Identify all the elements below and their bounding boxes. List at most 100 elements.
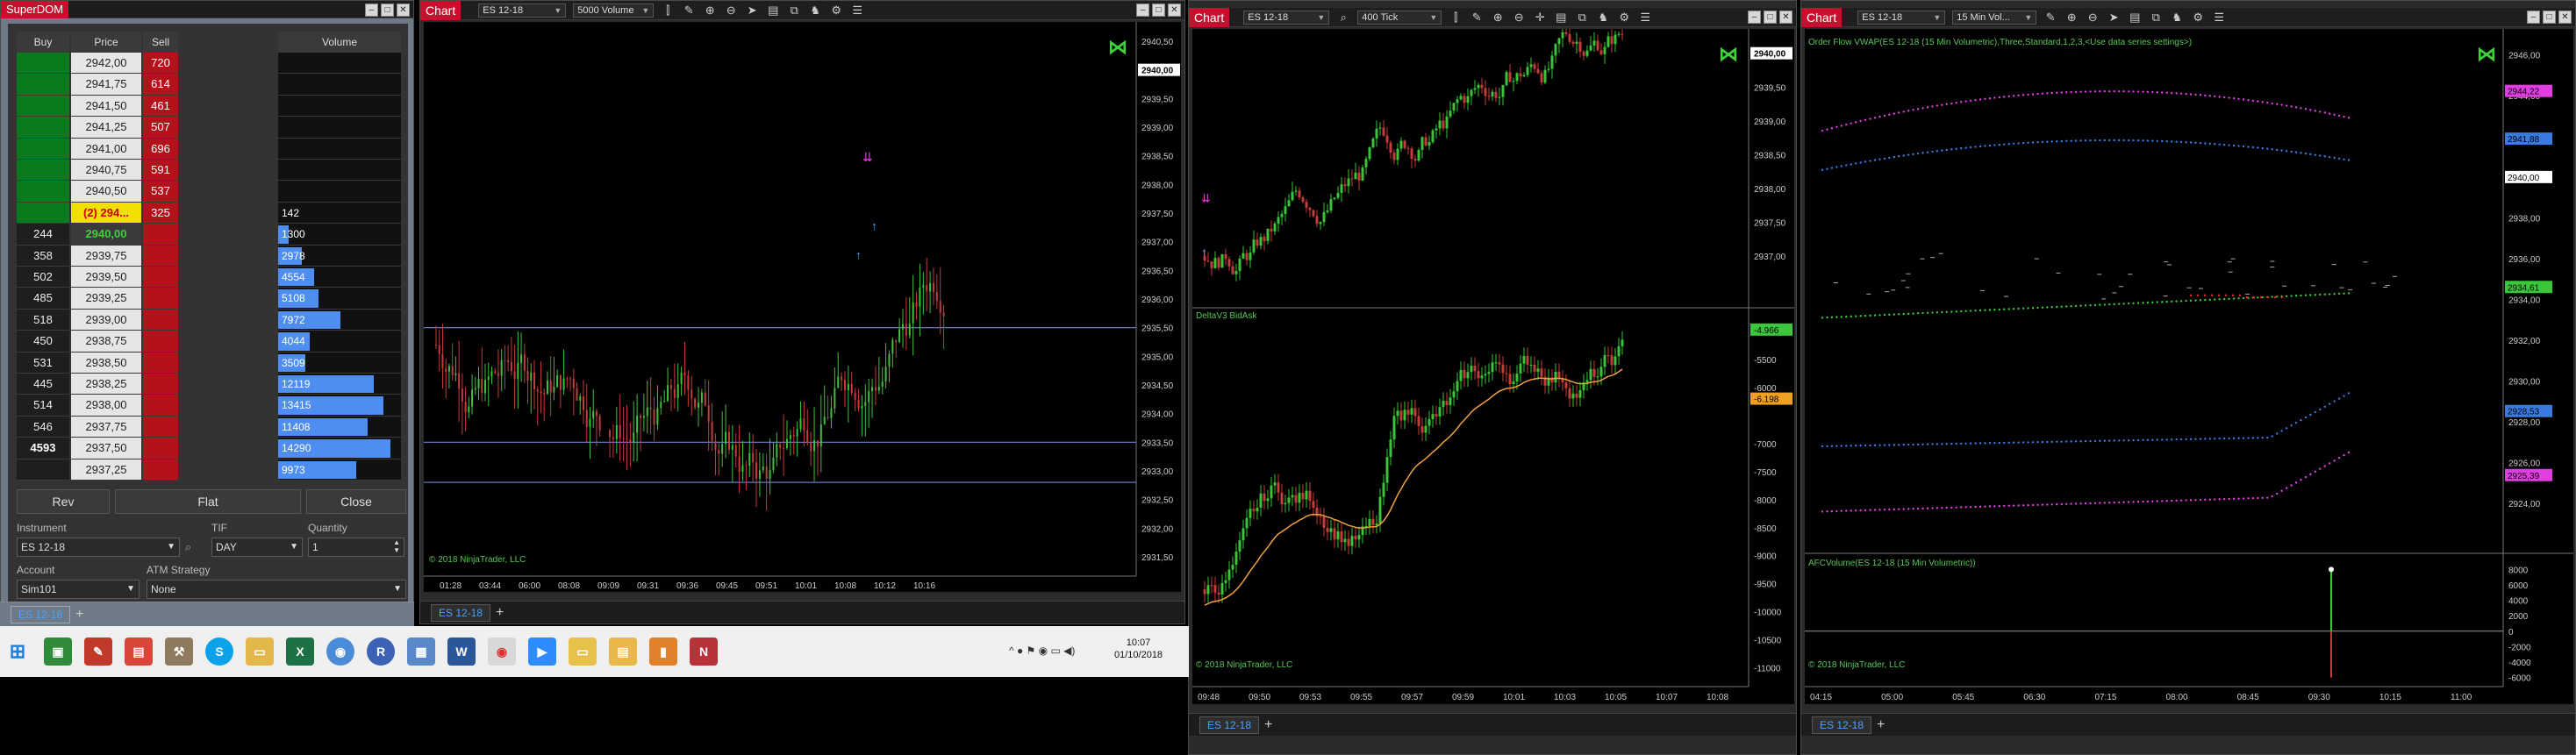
ninjatrader-icon[interactable]: N	[690, 637, 718, 666]
search-icon[interactable]: ⌕	[185, 540, 191, 554]
zoom-in-icon[interactable]: ⊕	[703, 4, 717, 18]
dom-sell-cell[interactable]	[143, 395, 178, 417]
chart1-canvas[interactable]: 2940,50 2940,00 2939,50 2939,00 2938,50 2938,…	[424, 22, 1181, 592]
app-pdf-icon[interactable]: ▤	[125, 637, 153, 666]
crosshair-icon[interactable]: ✛	[1533, 11, 1547, 25]
dom-buy-cell[interactable]: 244	[17, 224, 69, 246]
settings-icon[interactable]: ⚙	[829, 4, 843, 18]
dom-price-cell[interactable]: 2941,25	[71, 117, 141, 139]
add-tab-button[interactable]: +	[1877, 717, 1885, 733]
menu-icon[interactable]: ☰	[850, 4, 864, 18]
dom-price-cell[interactable]: 2942,00	[71, 53, 141, 75]
chart3-tab[interactable]: ES 12-18	[1812, 716, 1872, 734]
dom-sell-cell[interactable]	[143, 288, 178, 310]
dom-buy-cell[interactable]: 502	[17, 267, 69, 288]
dom-buy-cell[interactable]	[17, 459, 69, 481]
dom-price-cell[interactable]: (2) 294...	[71, 202, 141, 224]
app-yellow-icon[interactable]: ▭	[569, 637, 597, 666]
file-explorer-icon[interactable]: ▤	[609, 637, 637, 666]
chart1-period-select[interactable]: 5000 Volume ▼	[573, 3, 655, 18]
dom-buy-cell[interactable]: 445	[17, 374, 69, 395]
flat-button[interactable]: Flat	[115, 489, 301, 514]
chart1-plot[interactable]: 2940,50 2940,00 2939,50 2939,00 2938,50 2938,…	[424, 22, 1181, 592]
strategies-icon[interactable]: ♞	[1596, 11, 1610, 25]
dom-price-cell[interactable]: 2941,00	[71, 138, 141, 160]
maximize-button[interactable]: □	[2543, 11, 2556, 24]
zoom-out-icon[interactable]: ⊖	[724, 4, 738, 18]
superdom-titlebar[interactable]: SuperDOM – □ ✕	[1, 1, 413, 18]
add-tab-button[interactable]: +	[496, 605, 504, 621]
dom-price-cell[interactable]: 2940,00	[71, 224, 141, 246]
atm-select[interactable]: None ▼	[147, 580, 406, 599]
chart2-canvas[interactable]: 2939,50 2939,00 2938,50 2938,00 2937,50 2937,…	[1192, 29, 1794, 704]
dom-sell-cell[interactable]	[143, 416, 178, 438]
word-icon[interactable]: W	[447, 637, 476, 666]
dom-buy-cell[interactable]	[17, 117, 69, 139]
dom-price-cell[interactable]: 2937,50	[71, 438, 141, 459]
dom-price-cell[interactable]: 2939,50	[71, 267, 141, 288]
dom-sell-cell[interactable]: 591	[143, 160, 178, 182]
account-select[interactable]: Sim101 ▼	[17, 580, 140, 599]
indicators-icon[interactable]: ⧉	[1575, 11, 1589, 25]
app-r-icon[interactable]: R	[367, 637, 395, 666]
maximize-button[interactable]: □	[1152, 4, 1165, 17]
close-button[interactable]: ✕	[1779, 11, 1792, 24]
dom-sell-cell[interactable]	[143, 309, 178, 331]
dom-sell-cell[interactable]	[143, 459, 178, 481]
chart-props-icon[interactable]: ▤	[2128, 11, 2142, 25]
dom-price-cell[interactable]: 2938,50	[71, 352, 141, 374]
dom-buy-cell[interactable]: 518	[17, 309, 69, 331]
dom-buy-cell[interactable]	[17, 181, 69, 203]
dom-price-cell[interactable]: 2938,25	[71, 374, 141, 395]
dom-price-cell[interactable]: 2940,75	[71, 160, 141, 182]
dom-buy-cell[interactable]: 531	[17, 352, 69, 374]
chart-props-icon[interactable]: ▤	[766, 4, 780, 18]
zoom-in-icon[interactable]: ⊕	[2064, 11, 2079, 25]
settings-icon[interactable]: ⚙	[1617, 11, 1631, 25]
menu-icon[interactable]: ☰	[1638, 11, 1652, 25]
dom-sell-cell[interactable]	[143, 352, 178, 374]
dom-sell-cell[interactable]	[143, 224, 178, 246]
app-folder-icon[interactable]: ▭	[246, 637, 274, 666]
zoom-out-icon[interactable]: ⊖	[1512, 11, 1526, 25]
dom-buy-cell[interactable]: 4593	[17, 438, 69, 459]
menu-icon[interactable]: ☰	[2212, 11, 2226, 25]
dom-sell-cell[interactable]: 325	[143, 202, 178, 224]
app-tools-icon[interactable]: ⚒	[165, 637, 193, 666]
dom-price-cell[interactable]: 2937,25	[71, 459, 141, 481]
chart2-instrument-select[interactable]: ES 12-18 ▼	[1243, 10, 1330, 25]
rev-button[interactable]: Rev	[17, 489, 110, 514]
dom-price-cell[interactable]: 2940,50	[71, 181, 141, 203]
dom-price-cell[interactable]: 2939,25	[71, 288, 141, 310]
dom-price-cell[interactable]: 2939,75	[71, 245, 141, 267]
strategies-icon[interactable]: ♞	[808, 4, 822, 18]
pencil-icon[interactable]: ✎	[1470, 11, 1484, 25]
indicators-icon[interactable]: ⧉	[2149, 11, 2163, 25]
minimize-button[interactable]: –	[1136, 4, 1149, 17]
dom-sell-cell[interactable]	[143, 331, 178, 353]
zoom-app-icon[interactable]: ▶	[528, 637, 556, 666]
strategies-icon[interactable]: ♞	[2170, 11, 2184, 25]
dom-price-cell[interactable]: 2937,75	[71, 416, 141, 438]
dom-buy-cell[interactable]	[17, 95, 69, 118]
dom-buy-cell[interactable]: 485	[17, 288, 69, 310]
zoom-in-icon[interactable]: ⊕	[1491, 11, 1505, 25]
bar-type-icon[interactable]: ⫿	[661, 4, 675, 18]
dom-sell-cell[interactable]: 537	[143, 181, 178, 203]
dom-buy-cell[interactable]: 514	[17, 395, 69, 417]
dom-buy-cell[interactable]	[17, 53, 69, 75]
dom-price-cell[interactable]: 2939,00	[71, 309, 141, 331]
close-button[interactable]: ✕	[397, 4, 410, 17]
dom-sell-cell[interactable]	[143, 267, 178, 288]
chart2-plot[interactable]: 2939,50 2939,00 2938,50 2938,00 2937,50 2937,…	[1192, 29, 1794, 704]
dom-sell-cell[interactable]: 507	[143, 117, 178, 139]
dom-buy-cell[interactable]	[17, 138, 69, 160]
search-icon[interactable]: ⌕	[1336, 11, 1350, 25]
add-tab-button[interactable]: +	[1264, 717, 1272, 733]
chart3-instrument-select[interactable]: ES 12-18 ▼	[1857, 10, 1946, 25]
settings-icon[interactable]: ⚙	[2191, 11, 2205, 25]
chrome-active-icon[interactable]: ◉	[488, 637, 516, 666]
superdom-tab[interactable]: ES 12-18	[11, 605, 71, 623]
maximize-button[interactable]: □	[1764, 11, 1777, 24]
pencil-icon[interactable]: ✎	[682, 4, 696, 18]
